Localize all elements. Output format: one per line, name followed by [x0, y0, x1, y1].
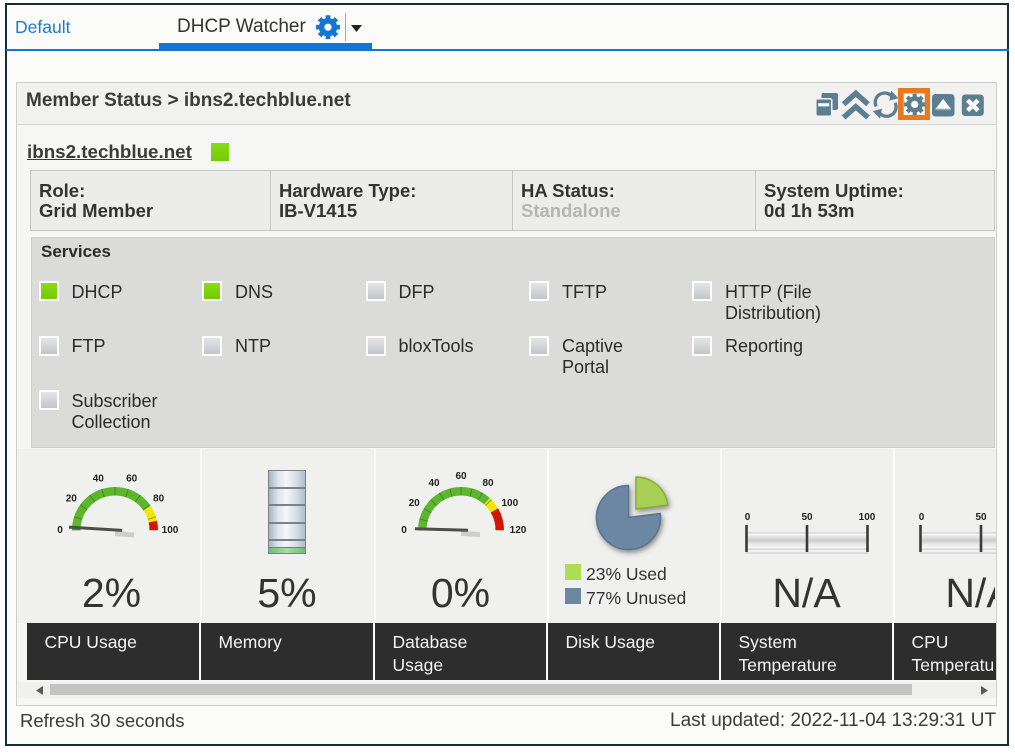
- svg-text:20: 20: [66, 493, 78, 504]
- svg-text:0: 0: [919, 512, 925, 523]
- svg-text:120: 120: [510, 525, 527, 536]
- svg-text:60: 60: [455, 471, 467, 482]
- svg-text:40: 40: [93, 474, 105, 485]
- svg-text:50: 50: [801, 512, 813, 523]
- svg-text:40: 40: [428, 478, 440, 489]
- svg-text:80: 80: [153, 493, 165, 504]
- svg-text:100: 100: [859, 512, 876, 523]
- svg-text:100: 100: [162, 525, 179, 536]
- svg-text:80: 80: [482, 478, 494, 489]
- svg-text:20: 20: [409, 498, 421, 509]
- svg-text:100: 100: [501, 498, 518, 509]
- svg-text:50: 50: [975, 512, 987, 523]
- svg-text:0: 0: [401, 525, 407, 536]
- svg-text:0: 0: [57, 525, 63, 536]
- svg-text:0: 0: [745, 512, 751, 523]
- svg-text:60: 60: [126, 474, 138, 485]
